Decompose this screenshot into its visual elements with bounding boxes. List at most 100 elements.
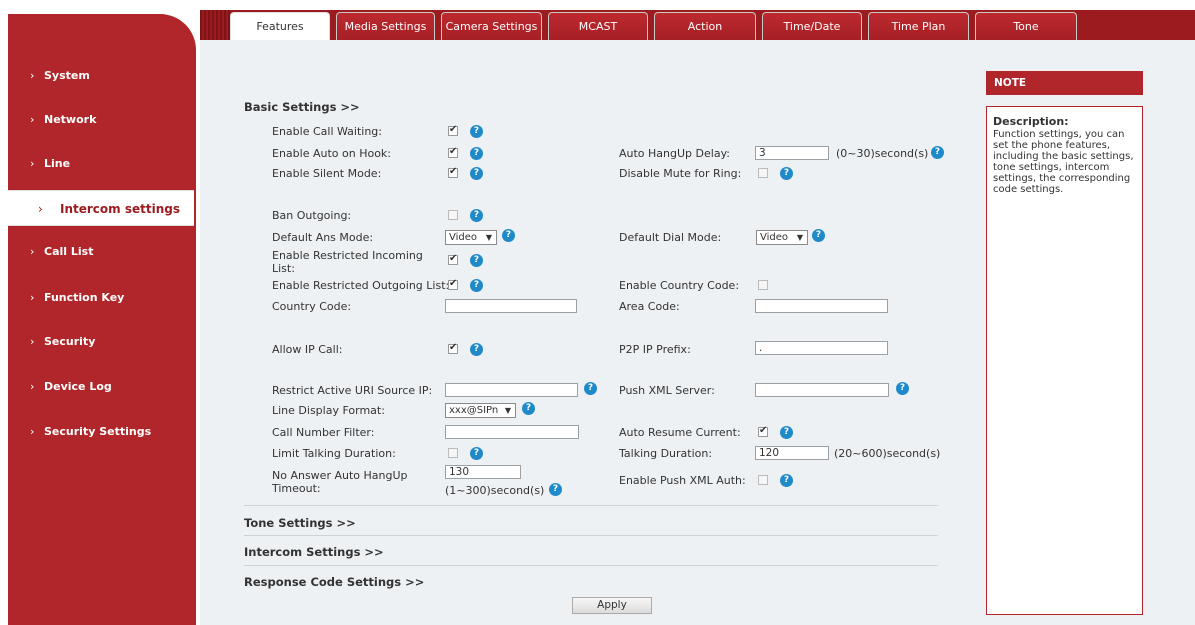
- help-icon[interactable]: ?: [470, 279, 483, 292]
- restrict-uri-input[interactable]: [445, 383, 578, 397]
- sidebar-item-line[interactable]: › Line: [8, 150, 194, 178]
- help-icon[interactable]: ?: [470, 125, 483, 138]
- tab-tone[interactable]: Tone: [975, 12, 1077, 40]
- silent-mode-label: Enable Silent Mode:: [272, 167, 382, 180]
- limit-talking-label: Limit Talking Duration:: [272, 447, 396, 460]
- help-icon[interactable]: ?: [584, 382, 597, 395]
- note-panel: Description: Function settings, you can …: [986, 106, 1143, 615]
- help-icon[interactable]: ?: [470, 447, 483, 460]
- section-divider: [244, 565, 938, 566]
- restricted-incoming-checkbox[interactable]: [448, 253, 458, 265]
- chevron-down-icon: ▼: [504, 406, 511, 415]
- help-icon[interactable]: ?: [812, 229, 825, 242]
- help-icon[interactable]: ?: [549, 483, 562, 496]
- help-icon[interactable]: ?: [470, 167, 483, 180]
- push-xml-auth-checkbox[interactable]: [758, 475, 768, 485]
- help-icon[interactable]: ?: [780, 426, 793, 439]
- tab-action[interactable]: Action: [654, 12, 756, 40]
- p2p-ip-prefix-input[interactable]: .: [755, 341, 888, 355]
- auto-resume-current-checkbox[interactable]: [758, 425, 768, 437]
- tab-bar-stripe: [200, 10, 230, 40]
- country-code-enable-label: Enable Country Code:: [619, 279, 740, 292]
- chevron-right-icon: ›: [30, 245, 35, 258]
- tab-camera-settings[interactable]: Camera Settings: [441, 12, 542, 40]
- talking-duration-input[interactable]: 120: [755, 446, 829, 460]
- section-divider: [244, 535, 938, 536]
- help-icon[interactable]: ?: [896, 382, 909, 395]
- chevron-right-icon: ›: [30, 157, 35, 170]
- help-icon[interactable]: ?: [780, 474, 793, 487]
- allow-ip-call-label: Allow IP Call:: [272, 343, 343, 356]
- sidebar-item-security[interactable]: › Security: [8, 328, 194, 356]
- tone-settings-header[interactable]: Tone Settings >>: [244, 516, 356, 530]
- sidebar-item-label: System: [44, 69, 90, 82]
- tab-media-settings[interactable]: Media Settings: [336, 12, 435, 40]
- sidebar-item-call-list[interactable]: › Call List: [8, 238, 194, 266]
- auto-on-hook-checkbox[interactable]: [448, 146, 458, 158]
- restricted-outgoing-checkbox[interactable]: [448, 278, 458, 290]
- allow-ip-call-checkbox[interactable]: [448, 342, 458, 354]
- chevron-right-icon: ›: [38, 202, 43, 216]
- disable-mute-ring-checkbox[interactable]: [758, 168, 768, 178]
- sidebar-item-security-settings[interactable]: › Security Settings: [8, 418, 194, 446]
- restricted-outgoing-label: Enable Restricted Outgoing List:: [272, 279, 450, 292]
- help-icon[interactable]: ?: [931, 146, 944, 159]
- sidebar-item-network[interactable]: › Network: [8, 106, 194, 134]
- apply-button[interactable]: Apply: [572, 597, 652, 614]
- limit-talking-checkbox[interactable]: [448, 448, 458, 458]
- sidebar-item-function-key[interactable]: › Function Key: [8, 284, 194, 312]
- call-number-filter-input[interactable]: [445, 425, 579, 439]
- call-number-filter-label: Call Number Filter:: [272, 426, 375, 439]
- no-answer-timeout-unit: (1~300)second(s): [445, 484, 545, 497]
- intercom-settings-header[interactable]: Intercom Settings >>: [244, 545, 384, 559]
- help-icon[interactable]: ?: [502, 229, 515, 242]
- help-icon[interactable]: ?: [780, 167, 793, 180]
- line-display-format-label: Line Display Format:: [272, 404, 385, 417]
- push-xml-server-input[interactable]: [755, 383, 889, 397]
- silent-mode-checkbox[interactable]: [448, 166, 458, 178]
- help-icon[interactable]: ?: [470, 343, 483, 356]
- section-divider: [244, 505, 938, 506]
- auto-hangup-delay-input[interactable]: 3: [755, 146, 829, 160]
- line-display-format-select[interactable]: xxx@SIPn ▼: [445, 403, 516, 418]
- help-icon[interactable]: ?: [470, 209, 483, 222]
- call-waiting-checkbox[interactable]: [448, 124, 458, 136]
- auto-hangup-delay-unit: (0~30)second(s): [836, 147, 929, 160]
- ban-outgoing-checkbox[interactable]: [448, 210, 458, 220]
- help-icon[interactable]: ?: [522, 402, 535, 415]
- ban-outgoing-label: Ban Outgoing:: [272, 209, 352, 222]
- default-ans-mode-select[interactable]: Video ▼: [445, 230, 497, 245]
- sidebar-item-system[interactable]: › System: [8, 62, 194, 90]
- sidebar-item-device-log[interactable]: › Device Log: [8, 373, 194, 401]
- area-code-label: Area Code:: [619, 300, 680, 313]
- default-ans-mode-value: Video: [449, 232, 478, 243]
- push-xml-server-label: Push XML Server:: [619, 384, 715, 397]
- help-icon[interactable]: ?: [470, 254, 483, 267]
- tab-time-date[interactable]: Time/Date: [762, 12, 862, 40]
- tab-features[interactable]: Features: [230, 12, 330, 42]
- restrict-uri-label: Restrict Active URI Source IP:: [272, 384, 433, 397]
- tab-time-plan[interactable]: Time Plan: [868, 12, 969, 40]
- sidebar-item-label: Call List: [44, 245, 94, 258]
- talking-duration-unit: (20~600)second(s): [834, 447, 941, 460]
- disable-mute-ring-label: Disable Mute for Ring:: [619, 167, 742, 180]
- call-waiting-label: Enable Call Waiting:: [272, 125, 382, 138]
- basic-settings-header[interactable]: Basic Settings >>: [244, 100, 360, 114]
- sidebar-item-label: Security: [44, 335, 96, 348]
- talking-duration-label: Talking Duration:: [619, 447, 713, 460]
- sidebar-item-intercom-settings[interactable]: › Intercom settings: [8, 190, 194, 226]
- sidebar: › System › Network › Line › Intercom setting…: [0, 0, 196, 625]
- chevron-right-icon: ›: [30, 380, 35, 393]
- chevron-right-icon: ›: [30, 335, 35, 348]
- help-icon[interactable]: ?: [470, 147, 483, 160]
- sidebar-item-label: Intercom settings: [60, 202, 180, 216]
- p2p-ip-prefix-label: P2P IP Prefix:: [619, 343, 691, 356]
- default-dial-mode-select[interactable]: Video ▼: [756, 230, 808, 245]
- tab-mcast[interactable]: MCAST: [548, 12, 648, 40]
- no-answer-timeout-input[interactable]: 130: [445, 465, 521, 479]
- note-description: Function settings, you can set the phone…: [993, 129, 1134, 195]
- response-code-settings-header[interactable]: Response Code Settings >>: [244, 575, 424, 589]
- area-code-input[interactable]: [755, 299, 888, 313]
- country-code-input[interactable]: [445, 299, 577, 313]
- country-code-enable-checkbox[interactable]: [758, 280, 768, 290]
